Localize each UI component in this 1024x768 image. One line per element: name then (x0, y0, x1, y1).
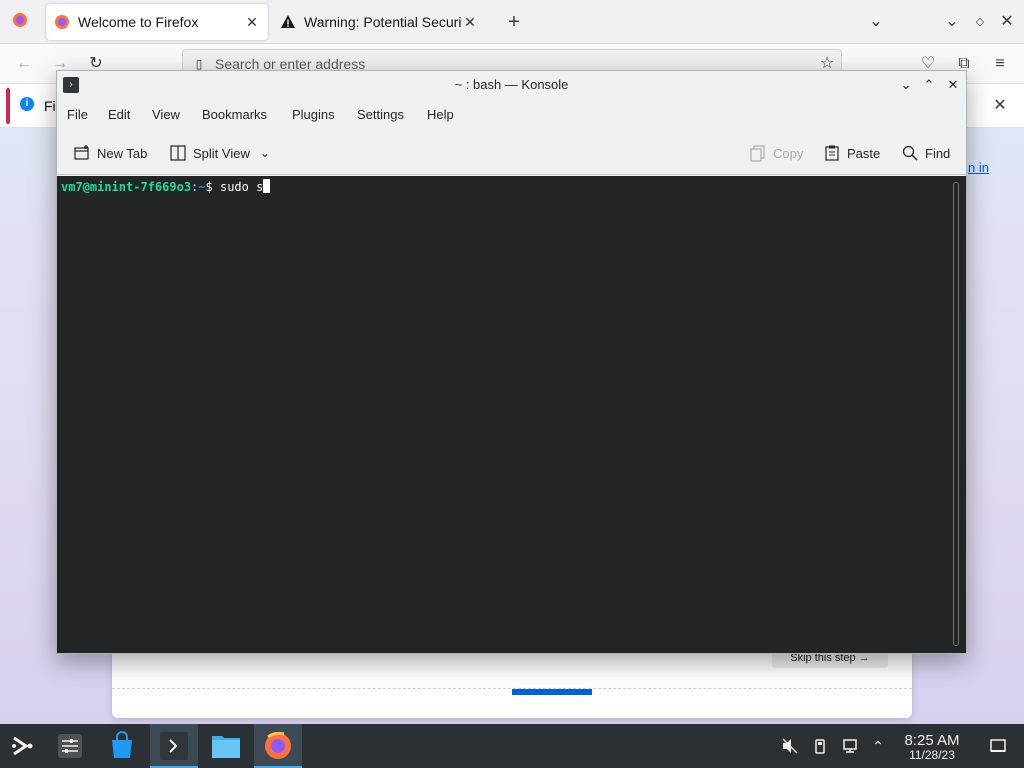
new-tab-icon (73, 144, 91, 162)
firefox-favicon-icon (54, 14, 70, 30)
text-cursor (263, 179, 271, 193)
minimize-icon[interactable]: ⌄ (897, 76, 915, 94)
notice-text: Fi (44, 98, 56, 114)
firefox-icon[interactable] (254, 724, 302, 768)
close-icon[interactable]: ✕ (944, 76, 962, 94)
tab-security-warning[interactable]: Warning: Potential Security ✕ (272, 4, 486, 40)
search-icon (901, 144, 919, 162)
tab-title: Warning: Potential Security (304, 14, 462, 30)
firefox-tab-bar: Welcome to Firefox ✕ Warning: Potential … (0, 0, 1024, 44)
info-icon: i (20, 97, 34, 111)
taskbar: ⌃ 8:25 AM 11/28/23 (0, 724, 1024, 768)
signin-link[interactable]: n in (968, 160, 989, 175)
terminal-line: vm7@minint-7f669o3:~$ sudo s (61, 179, 271, 194)
window-title: ~ : bash — Konsole (454, 77, 569, 92)
menu-edit[interactable]: Edit (108, 107, 130, 122)
menu-bookmarks[interactable]: Bookmarks (202, 107, 267, 122)
notice-accent-bar (6, 88, 10, 124)
new-tab-label: New Tab (97, 145, 148, 161)
tool-bar: New Tab Split View ⌄ Copy Paste Find (57, 129, 966, 175)
close-tab-icon[interactable]: ✕ (462, 14, 478, 31)
copy-button[interactable]: Copy (749, 143, 803, 163)
title-bar[interactable]: ~ : bash — Konsole › ⌄ ⌃ ✕ (57, 71, 966, 99)
maximize-icon[interactable]: ⌃ (920, 76, 938, 94)
tab-welcome[interactable]: Welcome to Firefox ✕ (46, 4, 268, 40)
network-icon[interactable] (840, 736, 860, 756)
close-tab-icon[interactable]: ✕ (244, 14, 260, 31)
split-view-label: Split View (193, 145, 250, 161)
menu-file[interactable]: File (67, 107, 88, 122)
menu-settings[interactable]: Settings (357, 107, 404, 122)
firefox-view-icon[interactable] (10, 12, 30, 32)
volume-muted-icon[interactable] (780, 736, 800, 756)
konsole-window: ~ : bash — Konsole › ⌄ ⌃ ✕ File Edit Vie… (56, 70, 967, 654)
menu-plugins[interactable]: Plugins (292, 107, 335, 122)
clock-time[interactable]: 8:25 AM (896, 732, 968, 749)
scrollbar[interactable] (953, 182, 959, 646)
application-launcher-icon[interactable] (0, 724, 44, 768)
find-label: Find (925, 145, 951, 161)
konsole-icon[interactable] (150, 724, 198, 768)
close-notice-icon[interactable]: ✕ (990, 96, 1010, 116)
konsole-app-icon[interactable]: › (63, 77, 79, 93)
menu-view[interactable]: View (152, 107, 180, 122)
system-settings-icon[interactable] (48, 724, 92, 768)
menu-icon[interactable]: ≡ (990, 54, 1010, 74)
menu-help[interactable]: Help (427, 107, 454, 122)
paste-button[interactable]: Paste (823, 143, 880, 163)
find-button[interactable]: Find (901, 143, 950, 163)
split-view-icon (169, 144, 187, 162)
terminal-view[interactable]: vm7@minint-7f669o3:~$ sudo s (57, 176, 966, 653)
menu-bar: File Edit View Bookmarks Plugins Setting… (57, 99, 966, 129)
progress-fill (512, 689, 592, 695)
onboarding-card: Skip this step → (112, 648, 912, 718)
prompt-user: vm7@minint-7f669o3 (61, 180, 192, 194)
copy-icon (749, 144, 767, 162)
tab-title: Welcome to Firefox (78, 14, 199, 30)
clock-date[interactable]: 11/28/23 (896, 748, 968, 762)
prompt-path: ~ (198, 180, 206, 194)
dolphin-files-icon[interactable] (204, 724, 248, 768)
chevron-down-icon[interactable]: ⌄ (260, 146, 270, 160)
new-tab-icon[interactable]: + (504, 12, 524, 32)
paste-label: Paste (847, 145, 881, 161)
split-view-button[interactable]: Split View ⌄ (169, 143, 270, 163)
back-icon[interactable]: ← (14, 54, 34, 74)
prompt-symbol: $ (205, 180, 213, 194)
show-hidden-icons-icon[interactable]: ⌃ (868, 736, 888, 756)
list-all-tabs-icon[interactable]: ⌄ (866, 12, 886, 32)
new-tab-button[interactable]: New Tab (73, 143, 147, 163)
copy-label: Copy (773, 145, 804, 161)
restore-icon[interactable]: ◇ (970, 12, 990, 32)
paste-icon (823, 144, 841, 162)
close-window-icon[interactable]: ✕ (997, 12, 1017, 32)
warning-icon (280, 14, 296, 30)
minimize-icon[interactable]: ⌄ (942, 12, 962, 32)
discover-store-icon[interactable] (100, 724, 144, 768)
removable-device-icon[interactable] (810, 736, 830, 756)
onboarding-progress (112, 688, 912, 695)
show-desktop-icon[interactable] (988, 736, 1008, 756)
command-text: sudo s (212, 180, 264, 194)
